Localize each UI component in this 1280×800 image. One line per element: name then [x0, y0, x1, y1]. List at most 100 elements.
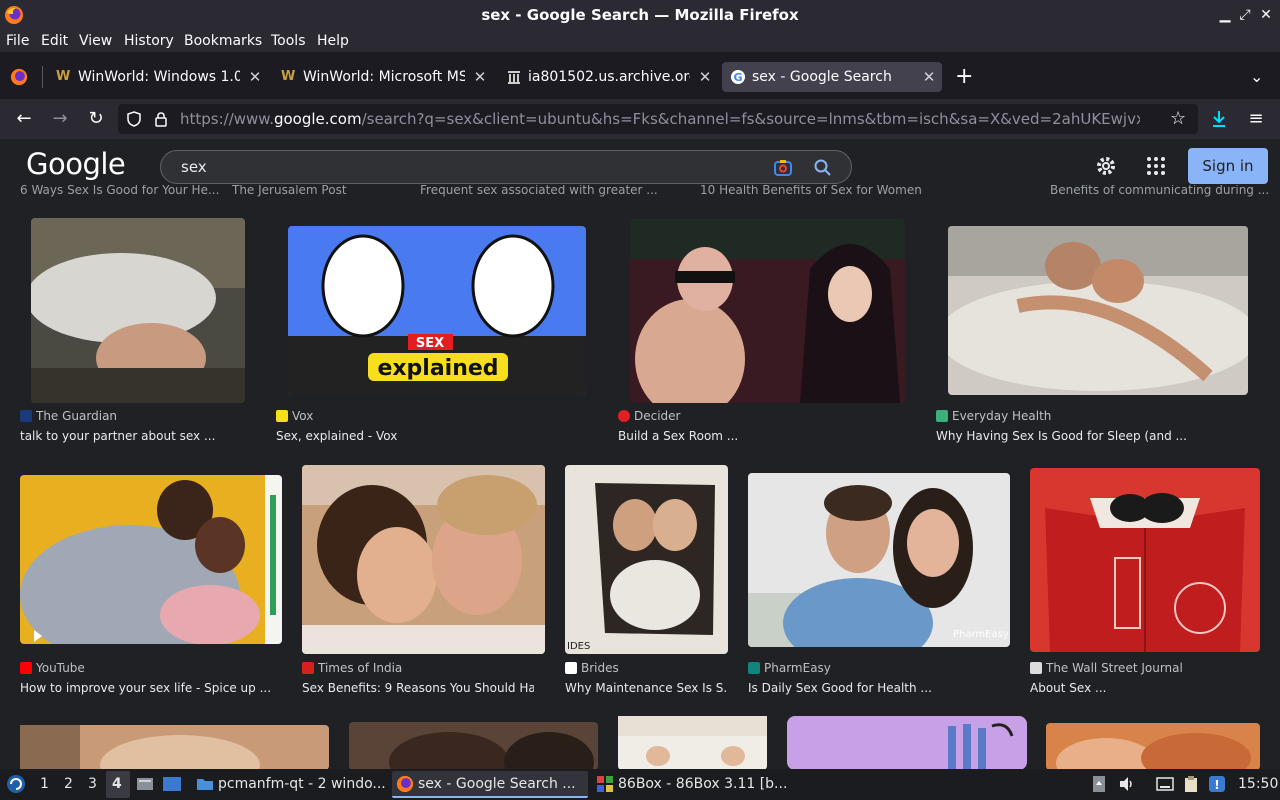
- search-icon[interactable]: [813, 158, 833, 178]
- workspace-4[interactable]: 4: [112, 769, 122, 800]
- tab-archive[interactable]: ia801502.us.archive.org/ ✕: [498, 62, 718, 92]
- forward-button[interactable]: →: [48, 107, 72, 131]
- start-menu-icon[interactable]: [6, 774, 26, 794]
- menu-help[interactable]: Help: [317, 30, 349, 52]
- close-window-button[interactable]: ✕: [1257, 0, 1275, 30]
- workspace-1[interactable]: 1: [40, 769, 49, 800]
- minimize-button[interactable]: ▁: [1216, 0, 1234, 30]
- close-tab-icon[interactable]: ✕: [922, 62, 936, 92]
- image-result-pharmeasy[interactable]: PharmEasy PharmEasy Is Daily Sex Good fo…: [748, 465, 1010, 705]
- tab-winworld-msdos[interactable]: W WinWorld: Microsoft MS-D ✕: [273, 62, 493, 92]
- result-thumbnail[interactable]: PharmEasy: [748, 473, 1010, 647]
- new-tab-button[interactable]: +: [955, 64, 973, 90]
- image-result-decider[interactable]: Decider Build a Sex Room ...: [618, 218, 918, 448]
- tray-arrow-icon[interactable]: [1092, 775, 1106, 793]
- result-title[interactable]: talk to your partner about sex ...: [20, 429, 260, 443]
- result-title[interactable]: About Sex ...: [1030, 681, 1260, 695]
- workspace-2[interactable]: 2: [64, 769, 73, 800]
- result-thumbnail[interactable]: [31, 218, 245, 403]
- show-desktop-icon[interactable]: [136, 775, 154, 793]
- tab-google-search[interactable]: G sex - Google Search ✕: [722, 62, 942, 92]
- menu-edit[interactable]: Edit: [41, 30, 68, 52]
- result-title[interactable]: Why Maintenance Sex Is S...: [565, 681, 728, 695]
- search-box[interactable]: sex: [160, 150, 852, 184]
- clipboard-icon[interactable]: [1182, 775, 1200, 793]
- image-result-everyday-health[interactable]: Everyday Health Why Having Sex Is Good f…: [936, 218, 1256, 448]
- app-menu-icon[interactable]: ≡: [1244, 107, 1268, 131]
- menu-view[interactable]: View: [79, 30, 112, 52]
- google-logo[interactable]: Google: [26, 147, 126, 181]
- result-source: PharmEasy: [748, 661, 831, 675]
- volume-icon[interactable]: [1118, 775, 1136, 793]
- result-title[interactable]: Sex, explained - Vox: [276, 429, 596, 443]
- result-title[interactable]: Is Daily Sex Good for Health ...: [748, 681, 1010, 695]
- keyboard-icon[interactable]: [1156, 775, 1174, 793]
- lens-camera-icon[interactable]: [773, 158, 793, 178]
- sign-in-button[interactable]: Sign in: [1188, 148, 1268, 184]
- image-result-brides[interactable]: IDES Brides Why Maintenance Sex Is S...: [565, 465, 728, 705]
- image-result-times-of-india[interactable]: Times of India Sex Benefits: 9 Reasons Y…: [302, 465, 545, 705]
- result-title[interactable]: Build a Sex Room ...: [618, 429, 918, 443]
- result-thumbnail[interactable]: [349, 722, 598, 770]
- result-thumbnail[interactable]: [20, 475, 282, 644]
- result-title[interactable]: 6 Ways Sex Is Good for Your He...: [20, 185, 219, 197]
- settings-gear-icon[interactable]: [1094, 154, 1118, 178]
- result-thumbnail[interactable]: [20, 725, 329, 770]
- tab-winworld-windows[interactable]: W WinWorld: Windows 1.0 D ✕: [48, 62, 268, 92]
- result-title[interactable]: Sex Benefits: 9 Reasons You Should Hav..…: [302, 681, 534, 695]
- result-title[interactable]: Frequent sex associated with greater ...: [420, 185, 658, 197]
- back-button[interactable]: ←: [12, 107, 36, 131]
- reload-button[interactable]: ↻: [84, 107, 108, 131]
- window-switcher-icon[interactable]: [162, 775, 182, 793]
- menu-tools[interactable]: Tools: [271, 30, 306, 52]
- close-tab-icon[interactable]: ✕: [473, 62, 487, 92]
- menu-file[interactable]: File: [6, 30, 29, 52]
- result-thumbnail[interactable]: [787, 716, 1027, 770]
- task-firefox[interactable]: sex - Google Search ...: [392, 771, 588, 798]
- apps-grid-icon[interactable]: [1146, 156, 1166, 176]
- close-tab-icon[interactable]: ✕: [248, 62, 262, 92]
- result-thumbnail[interactable]: SEX explained: [288, 226, 586, 395]
- lock-icon[interactable]: [154, 111, 168, 127]
- image-result-wsj[interactable]: The Wall Street Journal About Sex ...: [1030, 465, 1260, 705]
- source-favicon: [302, 662, 314, 674]
- url-text[interactable]: https://www.google.com/search?q=sex&clie…: [180, 104, 1140, 134]
- result-thumbnail[interactable]: IDES: [565, 465, 728, 654]
- result-source[interactable]: The Jerusalem Post: [232, 185, 347, 197]
- image-result-vox[interactable]: SEX explained Vox Sex, explained - Vox: [276, 218, 596, 448]
- workspace-3[interactable]: 3: [88, 769, 97, 800]
- downloads-icon[interactable]: [1210, 109, 1228, 129]
- task-86box[interactable]: 86Box - 86Box 3.11 [b...: [592, 771, 788, 798]
- result-thumbnail[interactable]: [630, 219, 905, 403]
- notification-icon[interactable]: !: [1208, 775, 1226, 793]
- result-thumbnail[interactable]: [1030, 468, 1260, 652]
- close-tab-icon[interactable]: ✕: [698, 62, 712, 92]
- task-pcmanfm[interactable]: pcmanfm-qt - 2 windo...: [192, 771, 388, 798]
- source-favicon: [618, 410, 630, 422]
- result-title[interactable]: Benefits of communicating during ...: [1050, 185, 1269, 197]
- image-result-guardian[interactable]: The Guardian talk to your partner about …: [20, 218, 260, 448]
- source-favicon: [1030, 662, 1042, 674]
- result-title[interactable]: 10 Health Benefits of Sex for Women: [700, 185, 922, 197]
- url-bar[interactable]: https://www.google.com/search?q=sex&clie…: [118, 104, 1198, 134]
- list-all-tabs-icon[interactable]: ⌄: [1250, 64, 1263, 90]
- image-result-youtube[interactable]: YouTube How to improve your sex life - S…: [20, 465, 282, 705]
- result-thumbnail[interactable]: [302, 465, 545, 654]
- clock[interactable]: 15:50: [1238, 769, 1278, 800]
- result-thumbnail[interactable]: [948, 226, 1248, 395]
- result-thumbnail[interactable]: [1046, 723, 1260, 770]
- window-titlebar: sex - Google Search — Mozilla Firefox ▁ …: [0, 0, 1280, 30]
- maximize-button[interactable]: ⤢: [1236, 0, 1254, 30]
- menu-bookmarks[interactable]: Bookmarks: [184, 30, 262, 52]
- source-favicon: [748, 662, 760, 674]
- bookmark-star-icon[interactable]: ☆: [1170, 104, 1186, 134]
- winworld-icon: W: [281, 69, 296, 84]
- tracking-protection-icon[interactable]: [126, 111, 142, 127]
- search-input[interactable]: sex: [181, 151, 207, 183]
- firefox-view-icon[interactable]: [10, 68, 28, 86]
- google-icon: G: [731, 70, 745, 84]
- menu-history[interactable]: History: [124, 30, 174, 52]
- result-title[interactable]: How to improve your sex life - Spice up …: [20, 681, 282, 695]
- result-thumbnail[interactable]: [618, 716, 767, 770]
- result-title[interactable]: Why Having Sex Is Good for Sleep (and ..…: [936, 429, 1256, 443]
